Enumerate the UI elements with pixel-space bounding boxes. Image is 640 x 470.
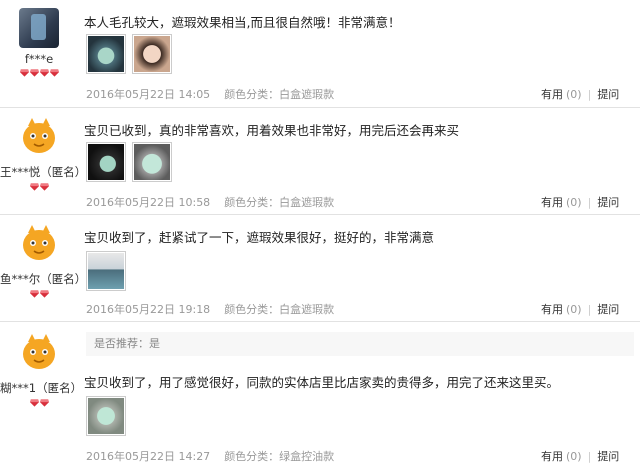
gem-icon [29, 183, 39, 191]
review-date: 2016年05月22日 14:05 [86, 88, 211, 101]
gem-icon [39, 183, 49, 191]
color-category: 颜色分类：绿盒控油款 [224, 450, 335, 463]
useful-button[interactable]: 有用 [541, 303, 563, 316]
gem-icon [39, 69, 49, 77]
reviewer-level-gems [0, 183, 78, 194]
review-meta: 2016年05月22日 14:27 颜色分类：绿盒控油款 [86, 448, 334, 464]
review-item: 鱼***尔（匿名） 宝贝收到了，赶紧试了一下，遮瑕效果很好，挺好的，非常满意 2… [0, 215, 640, 322]
orange-cartoon-avatar-icon[interactable] [19, 116, 59, 156]
gem-icon [39, 290, 49, 298]
reviewer-nickname[interactable]: 鱼***尔（匿名） [0, 271, 86, 287]
reviewer-info: 王***悦（匿名） [0, 116, 86, 194]
ask-button[interactable]: 提问 [597, 450, 619, 463]
ask-button[interactable]: 提问 [597, 303, 619, 316]
gem-icon [49, 69, 59, 77]
reviewer-nickname[interactable]: 糊***1（匿名） [0, 380, 82, 396]
review-meta: 2016年05月22日 19:18 颜色分类：白盒遮瑕款 [86, 301, 334, 317]
gem-icon [19, 69, 29, 77]
review-item: 王***悦（匿名） 宝贝已收到，真的非常喜欢，用着效果也非常好，用完后还会再来买… [0, 108, 640, 215]
useful-count: (0) [566, 303, 582, 316]
reviewer-level-gems [0, 290, 78, 301]
review-photo-thumbnail[interactable] [86, 34, 126, 74]
review-meta: 2016年05月22日 14:05 颜色分类：白盒遮瑕款 [86, 86, 334, 102]
review-content: 宝贝收到了，用了感觉很好，同款的实体店里比店家卖的贵得多，用完了还来这里买。 [84, 375, 560, 390]
gem-icon [29, 290, 39, 298]
review-photos [86, 251, 132, 291]
review-date: 2016年05月22日 19:18 [86, 303, 211, 316]
orange-cartoon-avatar-icon[interactable] [19, 332, 59, 372]
review-item: 糊***1（匿名） 是否推荐：是 宝贝收到了，用了感觉很好，同款的实体店里比店家… [0, 322, 640, 470]
review-meta: 2016年05月22日 10:58 颜色分类：白盒遮瑕款 [86, 194, 334, 210]
review-photos [86, 396, 132, 436]
color-category: 颜色分类：白盒遮瑕款 [224, 196, 335, 209]
review-actions: 有用 (0) | 提问 [541, 450, 620, 463]
reviewer-info: f***e [0, 8, 78, 80]
useful-count: (0) [566, 450, 582, 463]
review-photo-thumbnail[interactable] [86, 142, 126, 182]
review-photo-thumbnail[interactable] [132, 34, 172, 74]
gem-icon [39, 399, 49, 407]
avatar[interactable] [19, 8, 59, 48]
reviewer-info: 鱼***尔（匿名） [0, 223, 86, 301]
review-content: 本人毛孔较大，遮瑕效果相当,而且很自然哦！非常满意！ [84, 15, 401, 30]
ask-button[interactable]: 提问 [597, 88, 619, 101]
orange-cartoon-avatar-icon[interactable] [19, 223, 59, 263]
color-category: 颜色分类：白盒遮瑕款 [224, 303, 335, 316]
review-photos [86, 34, 178, 74]
reviewer-level-gems [0, 69, 78, 80]
useful-button[interactable]: 有用 [541, 88, 563, 101]
useful-count: (0) [566, 88, 582, 101]
reviewer-level-gems [0, 399, 78, 410]
useful-count: (0) [566, 196, 582, 209]
review-actions: 有用 (0) | 提问 [541, 303, 620, 316]
color-category: 颜色分类：白盒遮瑕款 [224, 88, 335, 101]
review-actions: 有用 (0) | 提问 [541, 196, 620, 209]
review-actions: 有用 (0) | 提问 [541, 88, 620, 101]
useful-button[interactable]: 有用 [541, 450, 563, 463]
review-date: 2016年05月22日 10:58 [86, 196, 211, 209]
review-photo-thumbnail[interactable] [86, 396, 126, 436]
review-photo-thumbnail[interactable] [86, 251, 126, 291]
review-photos [86, 142, 178, 182]
review-content: 宝贝收到了，赶紧试了一下，遮瑕效果很好，挺好的，非常满意 [84, 230, 435, 245]
review-date: 2016年05月22日 14:27 [86, 450, 211, 463]
review-content: 宝贝已收到，真的非常喜欢，用着效果也非常好，用完后还会再来买 [84, 123, 460, 138]
reviewer-nickname[interactable]: f***e [0, 52, 78, 66]
review-item: f***e 本人毛孔较大，遮瑕效果相当,而且很自然哦！非常满意！ 2016年05… [0, 0, 640, 108]
gem-icon [29, 69, 39, 77]
gem-icon [29, 399, 39, 407]
ask-button[interactable]: 提问 [597, 196, 619, 209]
review-photo-thumbnail[interactable] [132, 142, 172, 182]
reviewer-info: 糊***1（匿名） [0, 332, 82, 410]
reviewer-nickname[interactable]: 王***悦（匿名） [0, 164, 86, 180]
recommend-status: 是否推荐：是 [86, 332, 634, 356]
useful-button[interactable]: 有用 [541, 196, 563, 209]
